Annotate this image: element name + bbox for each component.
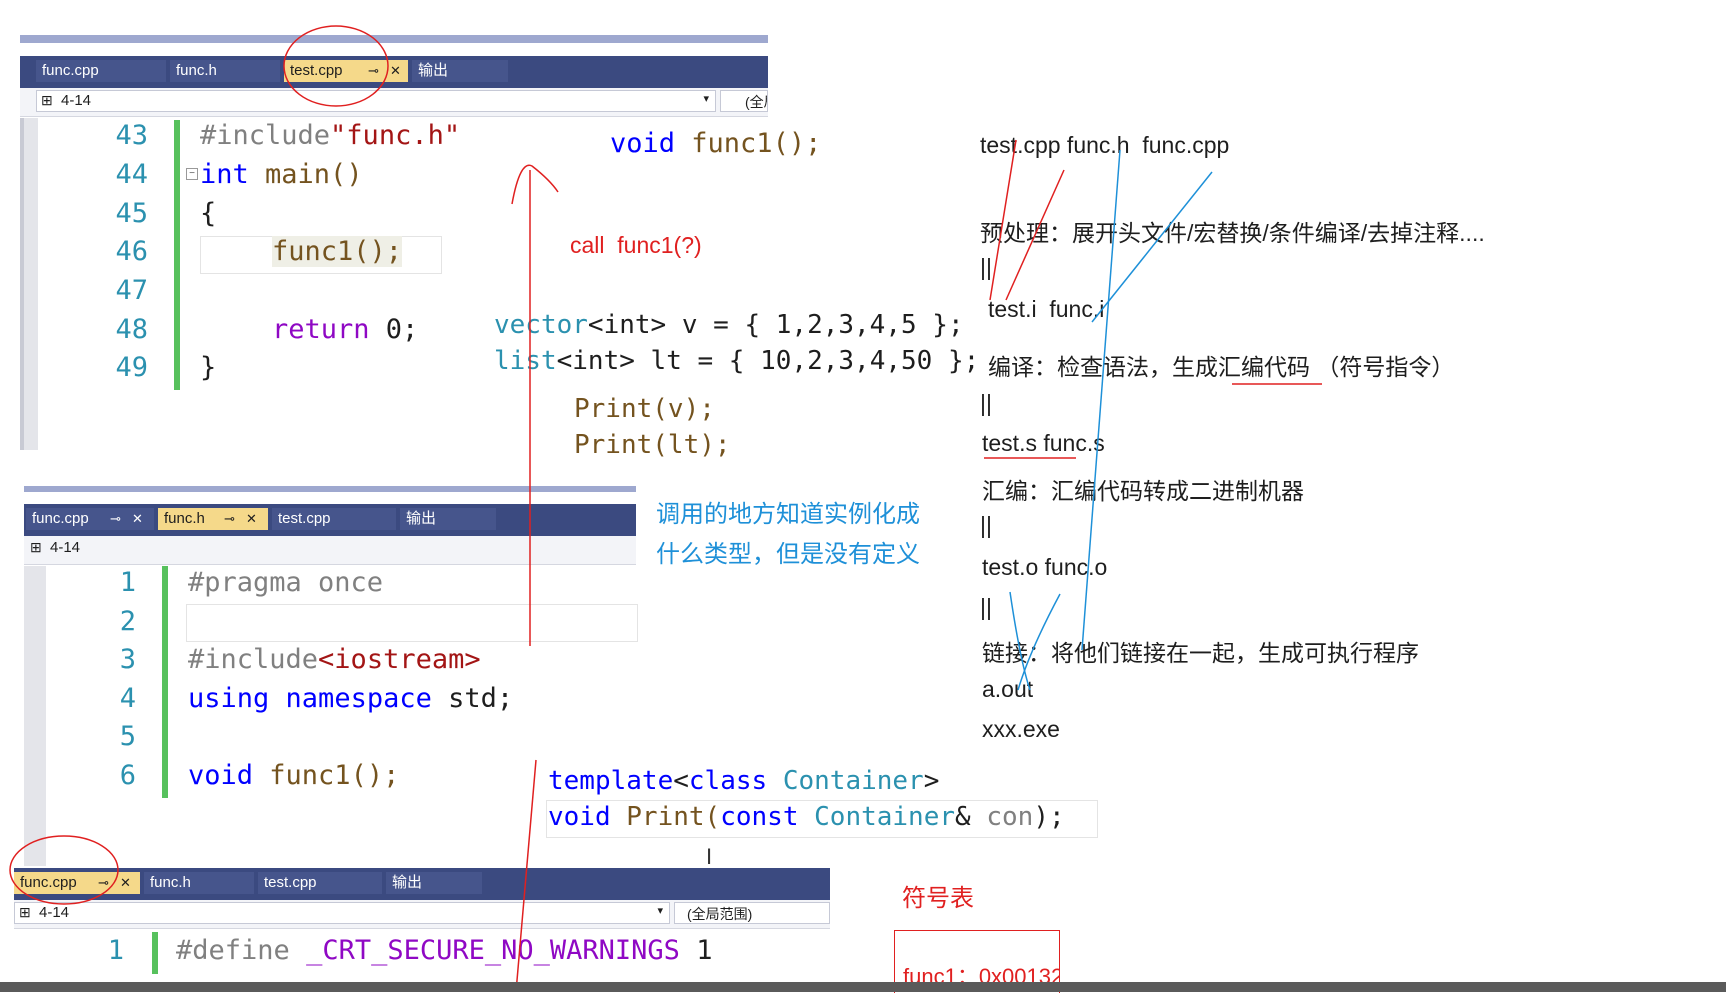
red-slash-2: [1005, 169, 1065, 301]
blue-line-3: [1009, 591, 1031, 691]
annotation-strokes: [9, 25, 1322, 992]
blue-line-4: [1017, 593, 1061, 691]
blue-line-1: [1081, 149, 1121, 651]
bottom-status-strip: [0, 982, 1726, 992]
blue-line-2: [1091, 171, 1213, 323]
red-link-line: [515, 759, 537, 992]
red-call-line: [511, 164, 559, 646]
red-slash-1: [989, 139, 1017, 301]
red-circle-test-tab: [283, 25, 389, 107]
red-circle-func-tab: [9, 835, 119, 905]
